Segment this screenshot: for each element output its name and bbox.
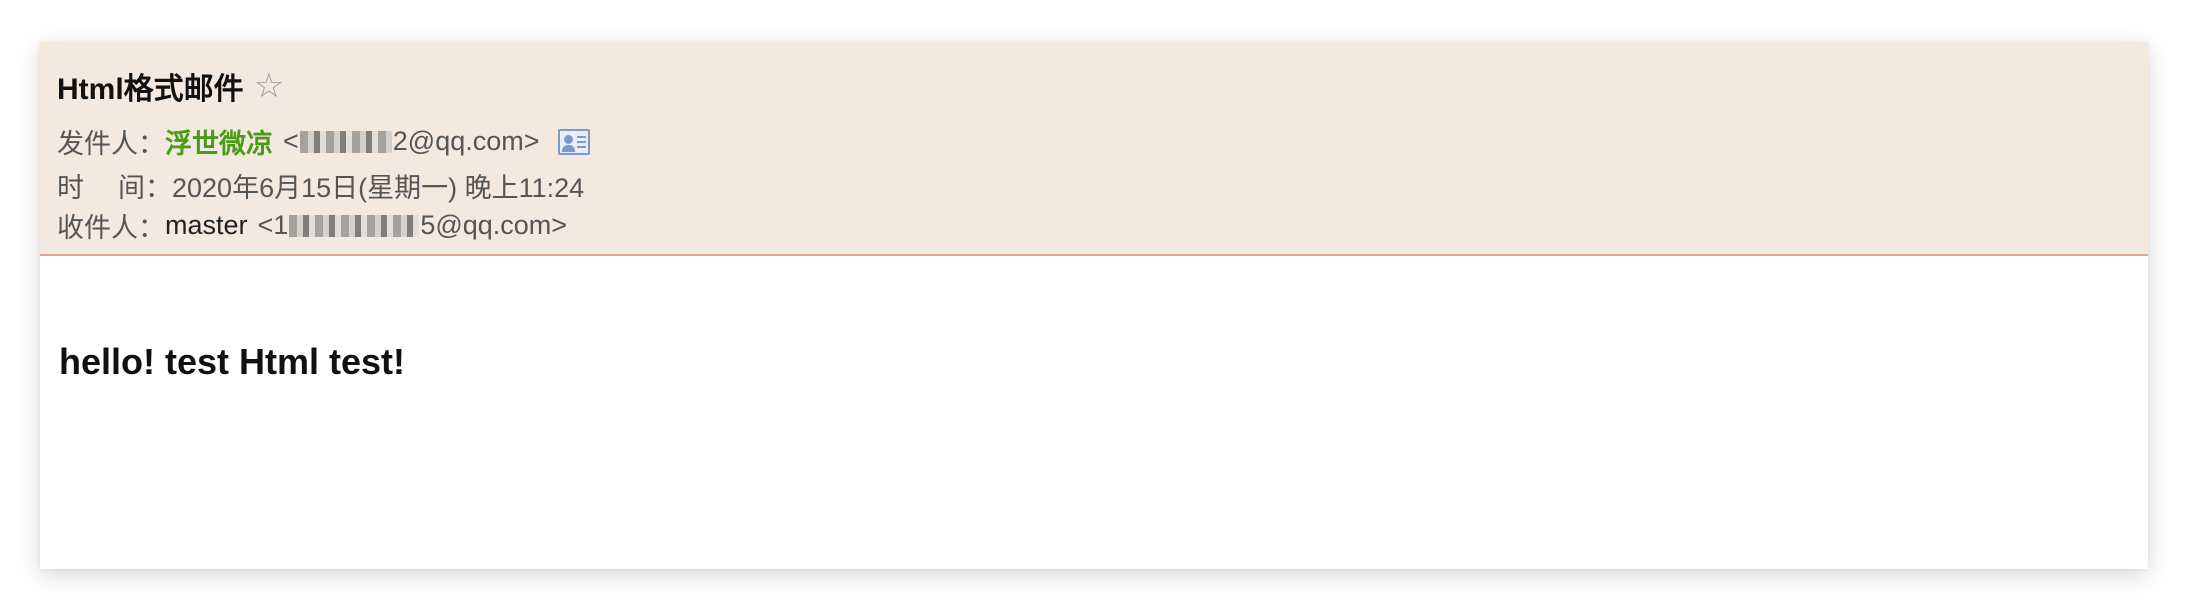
star-outline-icon[interactable]: ☆ — [254, 66, 284, 106]
sender-name[interactable]: 浮世微凉 — [165, 122, 273, 161]
email-card: Html格式邮件 ☆ 发件人： 浮世微凉 < 2@qq.com> 时间： 202… — [40, 42, 2148, 569]
email-body: hello! test Html test! — [40, 256, 2148, 569]
contact-card-icon[interactable] — [557, 128, 590, 155]
time-row: 时间： 2020年6月15日(星期一) 晚上11:24 — [57, 166, 584, 205]
redacted-pixelation — [299, 130, 392, 153]
time-label: 时间： — [57, 173, 172, 203]
recipient-name[interactable]: master — [165, 210, 248, 241]
email-header: Html格式邮件 ☆ 发件人： 浮世微凉 < 2@qq.com> 时间： 202… — [40, 42, 2148, 256]
to-row: 收件人： master <1 5@qq.com> — [57, 206, 567, 245]
subject-text: Html格式邮件 — [57, 73, 244, 106]
from-row: 发件人： 浮世微凉 < 2@qq.com> — [57, 122, 590, 161]
redacted-pixelation — [289, 214, 420, 237]
sender-address-suffix: 2@qq.com> — [392, 126, 540, 156]
from-label: 发件人： — [57, 129, 165, 159]
sender-address-prefix: < — [283, 126, 299, 156]
recipient-address-prefix: <1 — [257, 210, 289, 240]
to-label: 收件人： — [57, 213, 165, 243]
email-subject: Html格式邮件 ☆ — [57, 64, 284, 108]
email-body-heading: hello! test Html test! — [59, 341, 406, 382]
recipient-address-suffix: 5@qq.com> — [420, 210, 568, 240]
time-value: 2020年6月15日(星期一) 晚上11:24 — [172, 173, 585, 203]
